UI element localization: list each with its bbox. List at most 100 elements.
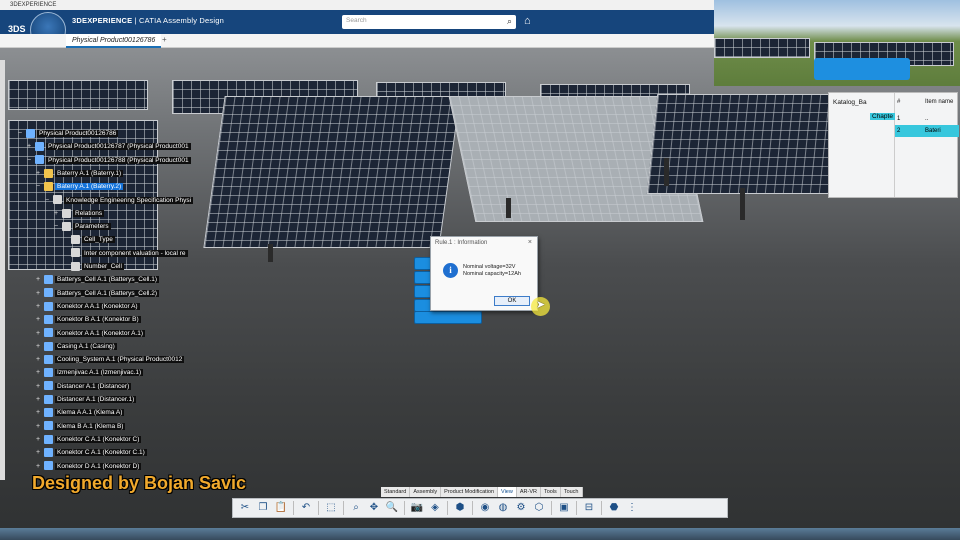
tree-expander-icon[interactable]: + [54, 208, 58, 220]
tree-item[interactable]: − Physical Product00126788 (Physical Prod… [27, 155, 191, 167]
tree-item[interactable]: + Batterys_Cell A.1 (Batterys_Cell.2) [36, 288, 160, 300]
window-icon[interactable]: ▣ [556, 501, 572, 515]
settings-icon[interactable]: ⚙ [513, 501, 529, 515]
tree-expander-icon[interactable]: + [36, 447, 40, 459]
tree-item-label: Klema B A.1 (Klema B) [55, 422, 126, 430]
tree-expander-icon[interactable]: − [45, 195, 49, 207]
cut-icon[interactable]: ✂ [237, 501, 253, 515]
tree-expander-icon[interactable]: + [36, 381, 40, 393]
tree-item[interactable]: + Baterry A.1 (Baterry.1) [36, 168, 124, 180]
tree-item[interactable]: + Klema B A.1 (Klema B) [36, 421, 126, 433]
search-input[interactable]: Search [346, 17, 367, 24]
cube-view-icon[interactable]: ⬢ [452, 501, 468, 515]
tree-expander-icon[interactable]: + [36, 367, 40, 379]
parameter-icon [71, 248, 80, 258]
tree-expander-icon[interactable]: + [36, 328, 40, 340]
tree-item[interactable]: + Batterys_Cell A.1 (Batterys_Cell.1) [36, 274, 160, 286]
tree-item[interactable]: + Distancer A.1 (Distancer) [36, 381, 132, 393]
tree-expander-icon[interactable]: + [36, 288, 40, 300]
hide-icon[interactable]: ◍ [495, 501, 511, 515]
dialog-close-button[interactable]: × [528, 239, 532, 246]
tree-item[interactable]: + Konektor A A.1 (Konektor A.1) [36, 328, 145, 340]
tree-item[interactable]: − Parameters [54, 221, 111, 233]
tree-expander-icon[interactable]: + [36, 341, 40, 353]
tree-expander-icon[interactable]: + [36, 168, 40, 180]
part-cube-icon[interactable]: ⬣ [606, 501, 622, 515]
workbench-tab[interactable]: View [498, 487, 517, 497]
tree-item[interactable]: + Izmenjivac A.1 (Izmenjivac.1) [36, 367, 144, 379]
tree-item[interactable]: Inter component valuation - local re [71, 248, 188, 260]
tab-physical-product[interactable]: Physical Product00126786 [66, 34, 162, 48]
tree-item[interactable]: + Physical Product00126787 (Physical Prod… [27, 141, 191, 153]
view-icon[interactable]: ◈ [427, 501, 443, 515]
tree-expander-icon[interactable]: + [36, 421, 40, 433]
catalog-row[interactable]: 2 Bateri [895, 125, 959, 137]
tree-expander-icon[interactable]: − [18, 128, 22, 140]
tree-expander-icon[interactable]: + [36, 314, 40, 326]
tree-item[interactable]: + Konektor C A.1 (Konektor C.1) [36, 447, 147, 459]
catalog-tree: Katalog_Ba Chapte [829, 93, 895, 197]
tree-item[interactable]: + Relations [54, 208, 105, 220]
tree-expander-icon[interactable]: + [36, 274, 40, 286]
tree-item[interactable]: Cell_Type [71, 234, 115, 246]
pan-icon[interactable]: ✥ [366, 501, 382, 515]
undo-icon[interactable]: ↶ [298, 501, 314, 515]
tree-icon[interactable]: ⊟ [581, 501, 597, 515]
workbench-tab[interactable]: Assembly [410, 487, 442, 497]
shade-icon[interactable]: ⬡ [531, 501, 547, 515]
tree-expander-icon[interactable]: − [54, 221, 58, 233]
workbench-tab[interactable]: Touch [560, 487, 583, 497]
row-name: Bateri [925, 128, 941, 134]
add-tab-button[interactable]: + [162, 35, 167, 44]
tree-item[interactable]: − Physical Product00126786 [18, 128, 119, 140]
tree-expander-icon[interactable]: − [36, 181, 40, 193]
copy-icon[interactable]: ❐ [255, 501, 271, 515]
tree-scrollbar[interactable] [0, 60, 5, 480]
catalog-row[interactable]: 1 .. [895, 113, 959, 125]
tree-item[interactable]: + Konektor B A.1 (Konektor B) [36, 314, 141, 326]
toolbar-separator [447, 501, 448, 515]
tree-item[interactable]: + Konektor A A.1 (Konektor A) [36, 301, 140, 313]
tree-expander-icon[interactable]: + [36, 461, 40, 473]
tree-item-label: Knowledge Engineering Specification Phys… [64, 196, 194, 204]
workbench-tab[interactable]: Product Modification [441, 487, 499, 497]
catalog-root[interactable]: Katalog_Ba [833, 99, 867, 106]
more-icon[interactable]: ⋮ [624, 501, 640, 515]
col-hash-header: # [897, 99, 901, 105]
tree-expander-icon[interactable]: + [36, 434, 40, 446]
tree-item-label: Konektor C A.1 (Konektor C) [55, 435, 142, 443]
ds-logo-icon[interactable]: 3DS [8, 24, 26, 34]
workbench-tab[interactable]: AR-VR [516, 487, 541, 497]
tree-item-label: Parameters [73, 223, 111, 231]
select-icon[interactable]: ⬚ [323, 501, 339, 515]
paste-icon[interactable]: 📋 [273, 501, 289, 515]
tree-item[interactable]: + Klema A A.1 (Klema A) [36, 407, 125, 419]
tree-item[interactable]: Number_Cell [71, 261, 124, 273]
tree-item[interactable]: + Cooling_System A.1 (Physical Product001… [36, 354, 185, 366]
workbench-tab[interactable]: Standard [381, 487, 411, 497]
tree-item[interactable]: + Distancer A.1 (Distancer.1) [36, 394, 137, 406]
tree-item[interactable]: + Konektor C A.1 (Konektor C) [36, 434, 142, 446]
search-zoom-icon[interactable]: 🔍 [384, 501, 400, 515]
tree-expander-icon[interactable]: − [27, 155, 31, 167]
top-bar: 3DS 3DEXPERIENCE | CATIA Assembly Design… [0, 10, 714, 34]
tree-item[interactable]: − Knowledge Engineering Specification Phy… [45, 195, 194, 207]
tree-item[interactable]: + Konektor D A.1 (Konektor D) [36, 461, 142, 473]
tree-item[interactable]: + Casing A.1 (Casing) [36, 341, 117, 353]
search-box[interactable]: Search ⌕ [342, 15, 516, 29]
zoom-icon[interactable]: ⌕ [348, 501, 364, 515]
workbench-tab[interactable]: Tools [540, 487, 561, 497]
tree-expander-icon[interactable]: + [36, 394, 40, 406]
tree-expander-icon[interactable]: + [27, 141, 31, 153]
tag-icon[interactable]: ⌂ [524, 15, 531, 27]
camera-icon[interactable]: 📷 [409, 501, 425, 515]
tree-expander-icon[interactable]: + [36, 354, 40, 366]
catalog-chapter[interactable]: Chapte [870, 113, 895, 120]
tree-expander-icon[interactable]: + [36, 407, 40, 419]
search-icon[interactable]: ⌕ [507, 16, 512, 27]
tree-expander-icon[interactable]: + [36, 301, 40, 313]
tree-item[interactable]: − Baterry A.1 (Baterry.2) [36, 181, 124, 193]
render-icon[interactable]: ◉ [477, 501, 493, 515]
ok-button[interactable]: OK [494, 296, 530, 306]
info-dialog: Rule.1 : Information × i Nominal voltage… [430, 236, 538, 311]
